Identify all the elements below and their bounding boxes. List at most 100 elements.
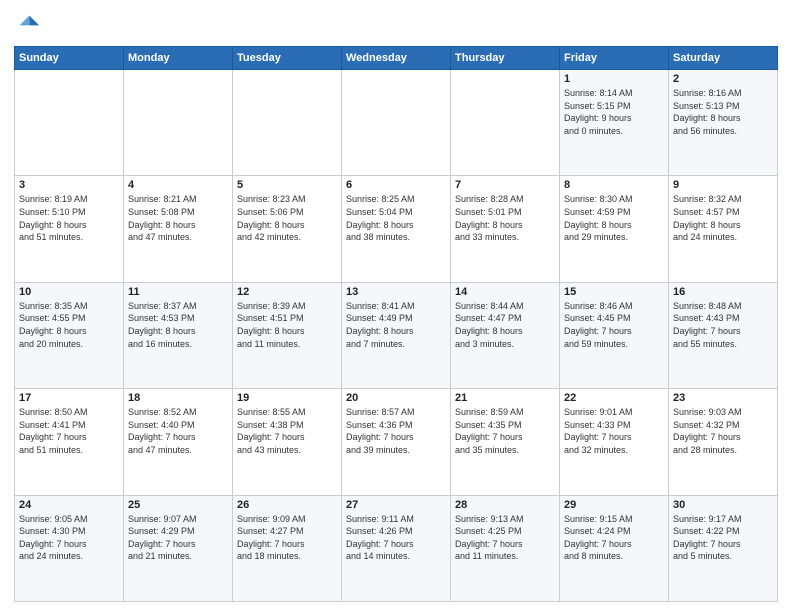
logo-icon [14, 10, 42, 38]
calendar-cell: 24 Sunrise: 9:05 AM Sunset: 4:30 PM Dayli… [15, 495, 124, 601]
calendar-cell [233, 70, 342, 176]
day-info: Sunrise: 8:41 AM Sunset: 4:49 PM Dayligh… [346, 300, 446, 350]
calendar-cell [342, 70, 451, 176]
day-info: Sunrise: 8:44 AM Sunset: 4:47 PM Dayligh… [455, 300, 555, 350]
day-number: 7 [455, 179, 555, 191]
day-number: 27 [346, 499, 446, 511]
day-info: Sunrise: 8:57 AM Sunset: 4:36 PM Dayligh… [346, 406, 446, 456]
day-number: 15 [564, 286, 664, 298]
calendar-cell: 29 Sunrise: 9:15 AM Sunset: 4:24 PM Dayli… [560, 495, 669, 601]
header [14, 10, 778, 38]
day-number: 26 [237, 499, 337, 511]
calendar-cell: 9Sunrise: 8:32 AM Sunset: 4:57 PM Daylig… [669, 176, 778, 282]
calendar-cell: 10 Sunrise: 8:35 AM Sunset: 4:55 PM Dayli… [15, 282, 124, 388]
calendar-cell: 14 Sunrise: 8:44 AM Sunset: 4:47 PM Dayli… [451, 282, 560, 388]
day-info: Sunrise: 9:13 AM Sunset: 4:25 PM Dayligh… [455, 513, 555, 563]
logo [14, 10, 46, 38]
calendar-cell: 25Sunrise: 9:07 AM Sunset: 4:29 PM Dayli… [124, 495, 233, 601]
day-number: 14 [455, 286, 555, 298]
day-number: 3 [19, 179, 119, 191]
calendar-cell: 15Sunrise: 8:46 AM Sunset: 4:45 PM Dayli… [560, 282, 669, 388]
calendar-cell: 23 Sunrise: 9:03 AM Sunset: 4:32 PM Dayli… [669, 389, 778, 495]
calendar-cell: 20 Sunrise: 8:57 AM Sunset: 4:36 PM Dayli… [342, 389, 451, 495]
day-info: Sunrise: 8:37 AM Sunset: 4:53 PM Dayligh… [128, 300, 228, 350]
page: SundayMondayTuesdayWednesdayThursdayFrid… [0, 0, 792, 612]
calendar-cell: 5Sunrise: 8:23 AM Sunset: 5:06 PM Daylig… [233, 176, 342, 282]
day-info: Sunrise: 9:17 AM Sunset: 4:22 PM Dayligh… [673, 513, 773, 563]
calendar-cell: 26 Sunrise: 9:09 AM Sunset: 4:27 PM Dayli… [233, 495, 342, 601]
calendar-cell: 27 Sunrise: 9:11 AM Sunset: 4:26 PM Dayli… [342, 495, 451, 601]
day-number: 11 [128, 286, 228, 298]
calendar-week-4: 17 Sunrise: 8:50 AM Sunset: 4:41 PM Dayli… [15, 389, 778, 495]
day-info: Sunrise: 8:39 AM Sunset: 4:51 PM Dayligh… [237, 300, 337, 350]
day-info: Sunrise: 8:55 AM Sunset: 4:38 PM Dayligh… [237, 406, 337, 456]
calendar-cell: 8Sunrise: 8:30 AM Sunset: 4:59 PM Daylig… [560, 176, 669, 282]
day-info: Sunrise: 8:59 AM Sunset: 4:35 PM Dayligh… [455, 406, 555, 456]
day-number: 6 [346, 179, 446, 191]
weekday-header-sunday: Sunday [15, 47, 124, 70]
calendar-cell: 16 Sunrise: 8:48 AM Sunset: 4:43 PM Dayli… [669, 282, 778, 388]
day-info: Sunrise: 8:35 AM Sunset: 4:55 PM Dayligh… [19, 300, 119, 350]
calendar-week-3: 10 Sunrise: 8:35 AM Sunset: 4:55 PM Dayli… [15, 282, 778, 388]
day-number: 24 [19, 499, 119, 511]
day-number: 10 [19, 286, 119, 298]
day-number: 30 [673, 499, 773, 511]
calendar-cell: 12 Sunrise: 8:39 AM Sunset: 4:51 PM Dayli… [233, 282, 342, 388]
calendar-cell [451, 70, 560, 176]
day-info: Sunrise: 8:19 AM Sunset: 5:10 PM Dayligh… [19, 193, 119, 243]
day-info: Sunrise: 9:11 AM Sunset: 4:26 PM Dayligh… [346, 513, 446, 563]
calendar-cell: 4 Sunrise: 8:21 AM Sunset: 5:08 PM Daylig… [124, 176, 233, 282]
day-number: 4 [128, 179, 228, 191]
day-info: Sunrise: 9:09 AM Sunset: 4:27 PM Dayligh… [237, 513, 337, 563]
day-info: Sunrise: 8:16 AM Sunset: 5:13 PM Dayligh… [673, 87, 773, 137]
weekday-header-wednesday: Wednesday [342, 47, 451, 70]
weekday-header-monday: Monday [124, 47, 233, 70]
day-info: Sunrise: 8:30 AM Sunset: 4:59 PM Dayligh… [564, 193, 664, 243]
day-number: 1 [564, 73, 664, 85]
day-number: 22 [564, 392, 664, 404]
day-info: Sunrise: 9:15 AM Sunset: 4:24 PM Dayligh… [564, 513, 664, 563]
calendar-cell: 11 Sunrise: 8:37 AM Sunset: 4:53 PM Dayli… [124, 282, 233, 388]
calendar-cell: 19Sunrise: 8:55 AM Sunset: 4:38 PM Dayli… [233, 389, 342, 495]
calendar-cell: 17 Sunrise: 8:50 AM Sunset: 4:41 PM Dayli… [15, 389, 124, 495]
day-info: Sunrise: 8:14 AM Sunset: 5:15 PM Dayligh… [564, 87, 664, 137]
calendar-cell: 3 Sunrise: 8:19 AM Sunset: 5:10 PM Daylig… [15, 176, 124, 282]
day-info: Sunrise: 8:48 AM Sunset: 4:43 PM Dayligh… [673, 300, 773, 350]
day-number: 12 [237, 286, 337, 298]
day-number: 16 [673, 286, 773, 298]
day-info: Sunrise: 8:28 AM Sunset: 5:01 PM Dayligh… [455, 193, 555, 243]
calendar-week-5: 24 Sunrise: 9:05 AM Sunset: 4:30 PM Dayli… [15, 495, 778, 601]
calendar-cell: 13 Sunrise: 8:41 AM Sunset: 4:49 PM Dayli… [342, 282, 451, 388]
day-number: 5 [237, 179, 337, 191]
day-number: 9 [673, 179, 773, 191]
weekday-header-tuesday: Tuesday [233, 47, 342, 70]
day-info: Sunrise: 9:01 AM Sunset: 4:33 PM Dayligh… [564, 406, 664, 456]
day-info: Sunrise: 8:21 AM Sunset: 5:08 PM Dayligh… [128, 193, 228, 243]
day-info: Sunrise: 9:03 AM Sunset: 4:32 PM Dayligh… [673, 406, 773, 456]
calendar-cell: 1 Sunrise: 8:14 AM Sunset: 5:15 PM Daylig… [560, 70, 669, 176]
day-number: 23 [673, 392, 773, 404]
calendar-cell: 22 Sunrise: 9:01 AM Sunset: 4:33 PM Dayli… [560, 389, 669, 495]
calendar-cell [15, 70, 124, 176]
calendar-cell: 21 Sunrise: 8:59 AM Sunset: 4:35 PM Dayli… [451, 389, 560, 495]
weekday-header-thursday: Thursday [451, 47, 560, 70]
calendar-cell [124, 70, 233, 176]
calendar-cell: 7 Sunrise: 8:28 AM Sunset: 5:01 PM Daylig… [451, 176, 560, 282]
calendar-cell: 2Sunrise: 8:16 AM Sunset: 5:13 PM Daylig… [669, 70, 778, 176]
weekday-header-saturday: Saturday [669, 47, 778, 70]
calendar-cell: 30 Sunrise: 9:17 AM Sunset: 4:22 PM Dayli… [669, 495, 778, 601]
day-number: 21 [455, 392, 555, 404]
weekday-header-row: SundayMondayTuesdayWednesdayThursdayFrid… [15, 47, 778, 70]
calendar-week-1: 1 Sunrise: 8:14 AM Sunset: 5:15 PM Daylig… [15, 70, 778, 176]
day-info: Sunrise: 8:50 AM Sunset: 4:41 PM Dayligh… [19, 406, 119, 456]
day-info: Sunrise: 9:07 AM Sunset: 4:29 PM Dayligh… [128, 513, 228, 563]
day-number: 17 [19, 392, 119, 404]
day-number: 20 [346, 392, 446, 404]
calendar-cell: 18Sunrise: 8:52 AM Sunset: 4:40 PM Dayli… [124, 389, 233, 495]
day-number: 13 [346, 286, 446, 298]
day-info: Sunrise: 9:05 AM Sunset: 4:30 PM Dayligh… [19, 513, 119, 563]
day-number: 18 [128, 392, 228, 404]
day-number: 29 [564, 499, 664, 511]
calendar-cell: 6Sunrise: 8:25 AM Sunset: 5:04 PM Daylig… [342, 176, 451, 282]
calendar-week-2: 3 Sunrise: 8:19 AM Sunset: 5:10 PM Daylig… [15, 176, 778, 282]
